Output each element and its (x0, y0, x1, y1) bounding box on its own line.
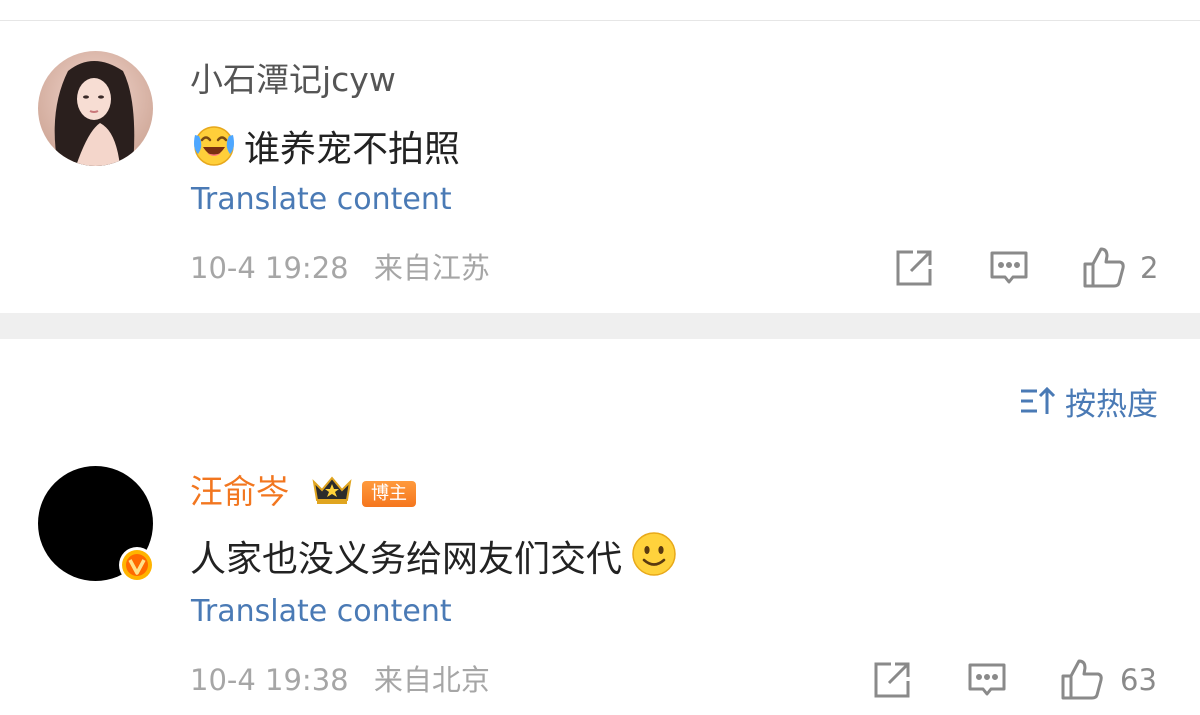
comment-location: 来自江苏 (373, 251, 490, 285)
sort-button[interactable]: 按热度 (1019, 381, 1158, 423)
comment-username[interactable]: 汪俞岑 (190, 472, 289, 511)
like-count: 2 (1140, 251, 1159, 285)
comment-text: 人家也没义务给网友们交代 (190, 530, 678, 589)
comment-text-content: 谁养宠不拍照 (244, 128, 461, 170)
comment-location: 来自北京 (373, 663, 490, 697)
comment-icon[interactable] (988, 247, 1030, 289)
section-divider (0, 313, 1200, 339)
smile-emoji-icon (630, 530, 678, 589)
avatar[interactable] (38, 51, 153, 166)
translate-link[interactable]: Translate content (191, 182, 452, 218)
top-divider (0, 20, 1200, 21)
like-icon[interactable] (1082, 245, 1125, 288)
comment-meta: 10-4 19:38 来自北京 (190, 662, 490, 698)
verified-badge-icon (118, 546, 156, 584)
blogger-badge: 博主 (362, 480, 416, 507)
laughing-crying-emoji-icon (190, 120, 238, 179)
share-icon[interactable] (871, 659, 913, 701)
comment-username[interactable]: 小石潭记jcyw (190, 60, 396, 100)
translate-link[interactable]: Translate content (191, 594, 452, 630)
comment-icon[interactable] (966, 659, 1008, 701)
sort-label: 按热度 (1065, 386, 1158, 423)
comment-text: 谁养宠不拍照 (190, 120, 460, 179)
like-icon[interactable] (1060, 657, 1103, 700)
comment-meta: 10-4 19:28 来自江苏 (190, 250, 490, 286)
like-count: 63 (1120, 663, 1157, 697)
comment-timestamp: 10-4 19:38 (190, 663, 349, 697)
comment-username-row: 汪俞岑 博主 (190, 472, 416, 515)
share-icon[interactable] (893, 247, 935, 289)
sort-icon (1021, 386, 1055, 414)
comment-timestamp: 10-4 19:28 (190, 251, 349, 285)
comment-text-content: 人家也没义务给网友们交代 (190, 538, 623, 580)
crown-icon (310, 472, 354, 515)
